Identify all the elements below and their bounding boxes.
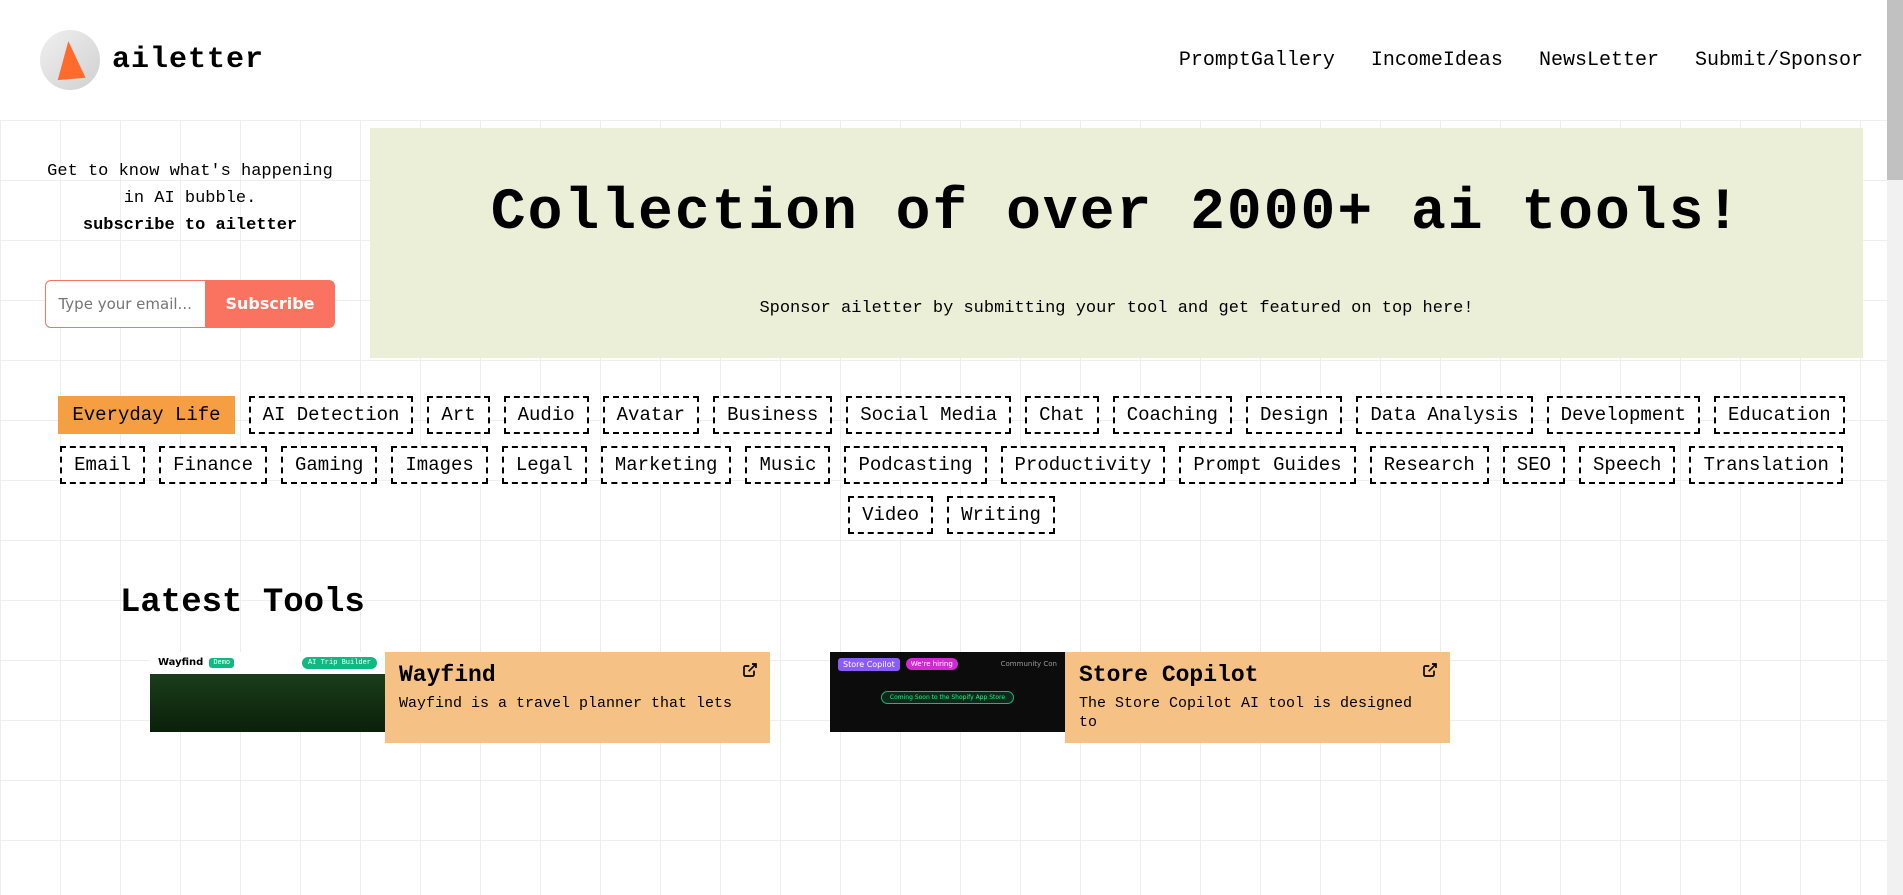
category-tag[interactable]: Finance [159,446,267,484]
category-tag[interactable]: Business [713,396,832,434]
category-tag[interactable]: Development [1547,396,1700,434]
category-tag[interactable]: Chat [1025,396,1099,434]
category-tag[interactable]: Prompt Guides [1179,446,1355,484]
category-tag[interactable]: Speech [1579,446,1675,484]
tools-row: Wayfind Demo AI Trip Builder Wayfind Way… [0,622,1903,743]
thumb-pill: Coming Soon to the Shopify App Store [881,691,1014,704]
hero-subtitle: Sponsor ailetter by submitting your tool… [410,299,1823,318]
category-tag-active[interactable]: Everyday Life [58,396,234,434]
tool-title: Wayfind [399,662,756,688]
logo-icon [40,30,100,90]
category-tag[interactable]: Education [1714,396,1845,434]
tool-info: Store Copilot The Store Copilot AI tool … [1065,652,1450,743]
tool-card[interactable]: Store Copilot We're hiring Community Con… [830,652,1450,743]
category-tag[interactable]: Email [60,446,145,484]
external-link-icon[interactable] [742,662,758,683]
logo[interactable]: ailetter [40,30,264,90]
nav-income-ideas[interactable]: IncomeIdeas [1371,49,1503,72]
category-tag[interactable]: Legal [502,446,587,484]
category-tag[interactable]: AI Detection [249,396,414,434]
category-tag[interactable]: Avatar [603,396,699,434]
sidebar: Get to know what's happening in AI bubbl… [40,128,340,358]
tool-title: Store Copilot [1079,662,1436,688]
category-tag[interactable]: Art [427,396,489,434]
category-tag[interactable]: Design [1246,396,1342,434]
category-tag[interactable]: Podcasting [844,446,986,484]
tool-thumbnail: Store Copilot We're hiring Community Con… [830,652,1065,732]
thumb-right-text: Community Con [1001,660,1057,668]
thumb-button: AI Trip Builder [302,657,377,669]
scrollbar[interactable] [1887,0,1903,895]
nav-newsletter[interactable]: NewsLetter [1539,49,1659,72]
category-tag[interactable]: Social Media [846,396,1011,434]
category-tag[interactable]: Productivity [1001,446,1166,484]
sidebar-intro: Get to know what's happening in AI bubbl… [40,158,340,212]
category-tag[interactable]: Video [848,496,933,534]
hero-title: Collection of over 2000+ ai tools! [410,178,1823,251]
brand-name: ailetter [112,43,264,77]
category-list: Everyday Life AI Detection Art Audio Avatar B… [0,358,1903,534]
category-tag[interactable]: Writing [947,496,1055,534]
category-tag[interactable]: Gaming [281,446,377,484]
tool-info: Wayfind Wayfind is a travel planner that… [385,652,770,743]
nav-submit-sponsor[interactable]: Submit/Sponsor [1695,49,1863,72]
tool-description: Wayfind is a travel planner that lets [399,694,756,714]
email-input[interactable] [45,280,205,328]
category-tag[interactable]: Coaching [1113,396,1232,434]
category-tag[interactable]: SEO [1503,446,1565,484]
category-tag[interactable]: Data Analysis [1356,396,1532,434]
latest-tools-heading: Latest Tools [120,584,1903,622]
thumb-label: Wayfind [158,657,203,668]
tool-description: The Store Copilot AI tool is designed to [1079,694,1436,733]
thumb-badge: We're hiring [906,658,958,670]
subscribe-button[interactable]: Subscribe [205,280,334,328]
tool-card[interactable]: Wayfind Demo AI Trip Builder Wayfind Way… [150,652,770,743]
category-tag[interactable]: Audio [504,396,589,434]
external-link-icon[interactable] [1422,662,1438,683]
category-tag[interactable]: Images [391,446,487,484]
category-tag[interactable]: Music [745,446,830,484]
main-nav: PromptGallery IncomeIdeas NewsLetter Sub… [1179,49,1863,72]
category-tag[interactable]: Research [1370,446,1489,484]
tool-thumbnail: Wayfind Demo AI Trip Builder [150,652,385,732]
nav-prompt-gallery[interactable]: PromptGallery [1179,49,1335,72]
sidebar-cta-text: subscribe to ailetter [40,212,340,239]
thumb-logo: Store Copilot [838,658,900,671]
thumb-badge: Demo [209,658,234,668]
category-tag[interactable]: Translation [1689,446,1842,484]
hero-banner: Collection of over 2000+ ai tools! Spons… [370,128,1863,358]
category-tag[interactable]: Marketing [601,446,732,484]
